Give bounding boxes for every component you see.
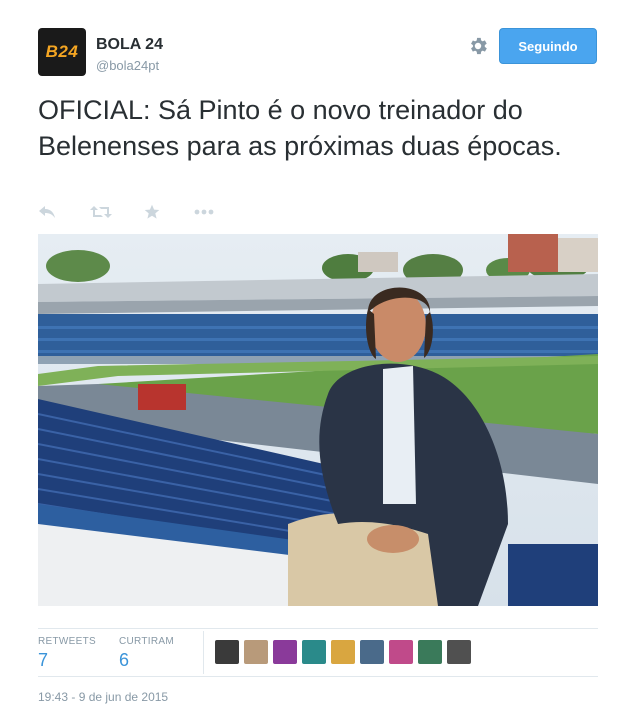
star-icon: [144, 204, 160, 219]
retweets-count[interactable]: 7: [38, 650, 48, 671]
reply-icon: [39, 206, 55, 218]
favoriter-avatar[interactable]: [215, 640, 239, 664]
favoriter-avatar[interactable]: [447, 640, 471, 664]
retweets-label[interactable]: RETWEETS: [38, 636, 96, 647]
favoriter-avatar[interactable]: [360, 640, 384, 664]
tweet-timestamp[interactable]: 19:43 - 9 de jun de 2015: [38, 690, 168, 704]
favorites-label[interactable]: CURTIRAM: [119, 636, 174, 647]
stats-divider-bottom: [38, 676, 598, 677]
stats-vertical-divider: [203, 631, 204, 674]
favoriter-avatar[interactable]: [418, 640, 442, 664]
reply-button[interactable]: [38, 201, 56, 223]
tweet-text: OFICIAL: Sá Pinto é o novo treinador do …: [38, 95, 562, 161]
favoriter-avatar[interactable]: [273, 640, 297, 664]
favoriter-avatar[interactable]: [389, 640, 413, 664]
retweet-icon: [90, 206, 112, 218]
gear-icon[interactable]: [467, 35, 489, 57]
more-button[interactable]: [194, 201, 214, 223]
retweet-button[interactable]: [90, 201, 112, 223]
avatar-logo-text: B24: [45, 42, 79, 61]
account-name[interactable]: BOLA 24: [96, 36, 163, 54]
account-handle[interactable]: @bola24pt: [96, 58, 159, 73]
account-avatar[interactable]: B24: [38, 28, 86, 76]
stats-divider-top: [38, 628, 598, 629]
following-button[interactable]: Seguindo: [499, 28, 597, 64]
favoriter-avatar[interactable]: [302, 640, 326, 664]
favoriter-avatar[interactable]: [331, 640, 355, 664]
favoriter-avatar[interactable]: [244, 640, 268, 664]
more-icon: [194, 209, 214, 215]
stadium-photo: [38, 234, 598, 606]
favorite-button[interactable]: [144, 201, 160, 223]
favorites-count[interactable]: 6: [119, 650, 129, 671]
tweet-photo[interactable]: [38, 234, 598, 606]
